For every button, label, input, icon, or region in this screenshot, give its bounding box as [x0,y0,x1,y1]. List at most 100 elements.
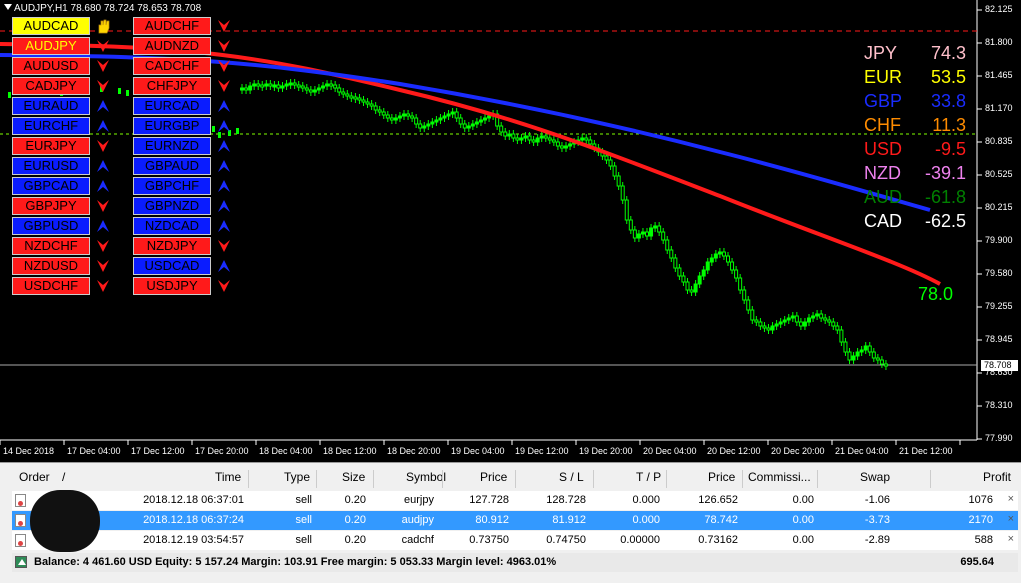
candle-body [798,321,803,327]
candle-body [316,87,321,91]
candle-body [426,123,431,127]
order-type: sell [295,534,312,546]
header-separator [248,470,249,488]
candle-body [612,165,617,177]
arrow-up-icon [217,259,231,273]
symbol-menu-icon[interactable] [4,4,12,10]
close-order-icon[interactable]: × [1008,493,1014,505]
strength-row-cad: CAD -62.5 [864,211,966,233]
pair-button-audjpy[interactable]: AUDJPY [12,37,90,55]
column-header[interactable]: Swap [860,470,890,484]
candle-body [847,351,852,361]
pair-button-euraud[interactable]: EURAUD [12,97,90,115]
pair-button-audusd[interactable]: AUDUSD [12,57,90,75]
hand-icon [96,19,110,34]
candle-body [422,125,427,129]
column-header[interactable]: Symbol [406,470,446,484]
candle-body [531,139,536,143]
pair-button-audcad[interactable]: AUDCAD [12,17,90,35]
candle-body [774,323,779,327]
pair-button-eurjpy[interactable]: EURJPY [12,137,90,155]
arrow-up-icon [96,219,110,233]
column-header[interactable]: Time [215,470,241,484]
candle-body [304,87,309,91]
pair-button-nzdusd[interactable]: NZDUSD [12,257,90,275]
price-axis-label: 79.255 [985,301,1013,311]
arrow-down-icon [96,239,110,253]
order-commission: 0.00 [792,514,814,526]
pair-button-audnzd[interactable]: AUDNZD [133,37,211,55]
pair-button-eurusd[interactable]: EURUSD [12,157,90,175]
order-row[interactable]: 2018.12.19 03:54:57 sell 0.20 cadchf 0.73750… [12,531,1018,550]
column-header[interactable]: Size [342,470,365,484]
order-row[interactable]: 2018.12.18 06:37:01 sell 0.20 eurjpy 127.728… [12,491,1018,510]
candle-body [754,319,759,323]
pair-button-nzdjpy[interactable]: NZDJPY [133,237,211,255]
candle-body [288,82,293,86]
pair-button-usdjpy[interactable]: USDJPY [133,277,211,295]
candle-body [474,121,479,125]
pair-button-usdcad[interactable]: USDCAD [133,257,211,275]
candle-body [515,137,520,141]
price-chart[interactable]: AUDJPY,H1 78.680 78.724 78.653 78.708 AU… [0,0,1021,462]
strength-value: 53.5 [930,67,966,87]
pair-button-chfjpy[interactable]: CHFJPY [133,77,211,95]
candle-body [551,139,556,143]
candle-body [418,123,423,129]
pair-button-cadchf[interactable]: CADCHF [133,57,211,75]
pair-button-gbpjpy[interactable]: GBPJPY [12,197,90,215]
candle-body [766,327,771,331]
candle-body [665,239,670,251]
strength-currency: AUD [864,187,903,207]
pair-button-gbpnzd[interactable]: GBPNZD [133,197,211,215]
column-header[interactable]: Profit [983,470,1011,484]
column-header[interactable]: Commissi... [748,470,811,484]
candle-body [260,84,265,88]
time-axis-label: 19 Dec 12:00 [515,446,569,456]
close-order-icon[interactable]: × [1008,513,1014,525]
candle-body [321,85,325,89]
column-header[interactable]: T / P [636,470,661,484]
pair-button-gbpchf[interactable]: GBPCHF [133,177,211,195]
pair-button-eurnzd[interactable]: EURNZD [133,137,211,155]
column-header[interactable]: Price [480,470,507,484]
header-separator [930,470,931,488]
price-axis-label: 79.900 [985,235,1013,245]
candle-body [636,233,641,239]
candle-body [365,101,370,105]
candle-body [738,277,743,291]
pair-button-eurchf[interactable]: EURCHF [12,117,90,135]
close-order-icon[interactable]: × [1008,533,1014,545]
pair-button-eurgbp[interactable]: EURGBP [133,117,211,135]
pair-button-usdchf[interactable]: USDCHF [12,277,90,295]
candle-body [511,133,516,139]
candle-body [118,88,121,94]
column-header[interactable]: Order [19,470,50,484]
candle-body [661,231,666,241]
column-header[interactable]: / [62,470,65,484]
candle-body [361,99,366,103]
pair-button-nzdchf[interactable]: NZDCHF [12,237,90,255]
candle-body [519,137,524,141]
candle-body [454,111,459,119]
column-header[interactable]: Price [708,470,735,484]
candle-body [535,137,540,143]
pair-button-gbpaud[interactable]: GBPAUD [133,157,211,175]
pair-button-cadjpy[interactable]: CADJPY [12,77,90,95]
price-axis-label: 80.835 [985,136,1013,146]
candle-body [296,84,301,88]
pair-button-audchf[interactable]: AUDCHF [133,17,211,35]
column-header[interactable]: S / L [559,470,584,484]
candle-body [867,345,872,353]
pair-button-gbpcad[interactable]: GBPCAD [12,177,90,195]
pair-button-nzdcad[interactable]: NZDCAD [133,217,211,235]
column-header[interactable]: Type [284,470,310,484]
time-axis-label: 17 Dec 04:00 [67,446,121,456]
pair-button-eurcad[interactable]: EURCAD [133,97,211,115]
candle-body [608,159,613,167]
candle-body [645,231,649,237]
time-axis-label: 17 Dec 12:00 [131,446,185,456]
candle-body [438,117,443,121]
order-row[interactable]: 2018.12.18 06:37:24 sell 0.20 audjpy 80.912 8… [12,511,1018,530]
pair-button-gbpusd[interactable]: GBPUSD [12,217,90,235]
